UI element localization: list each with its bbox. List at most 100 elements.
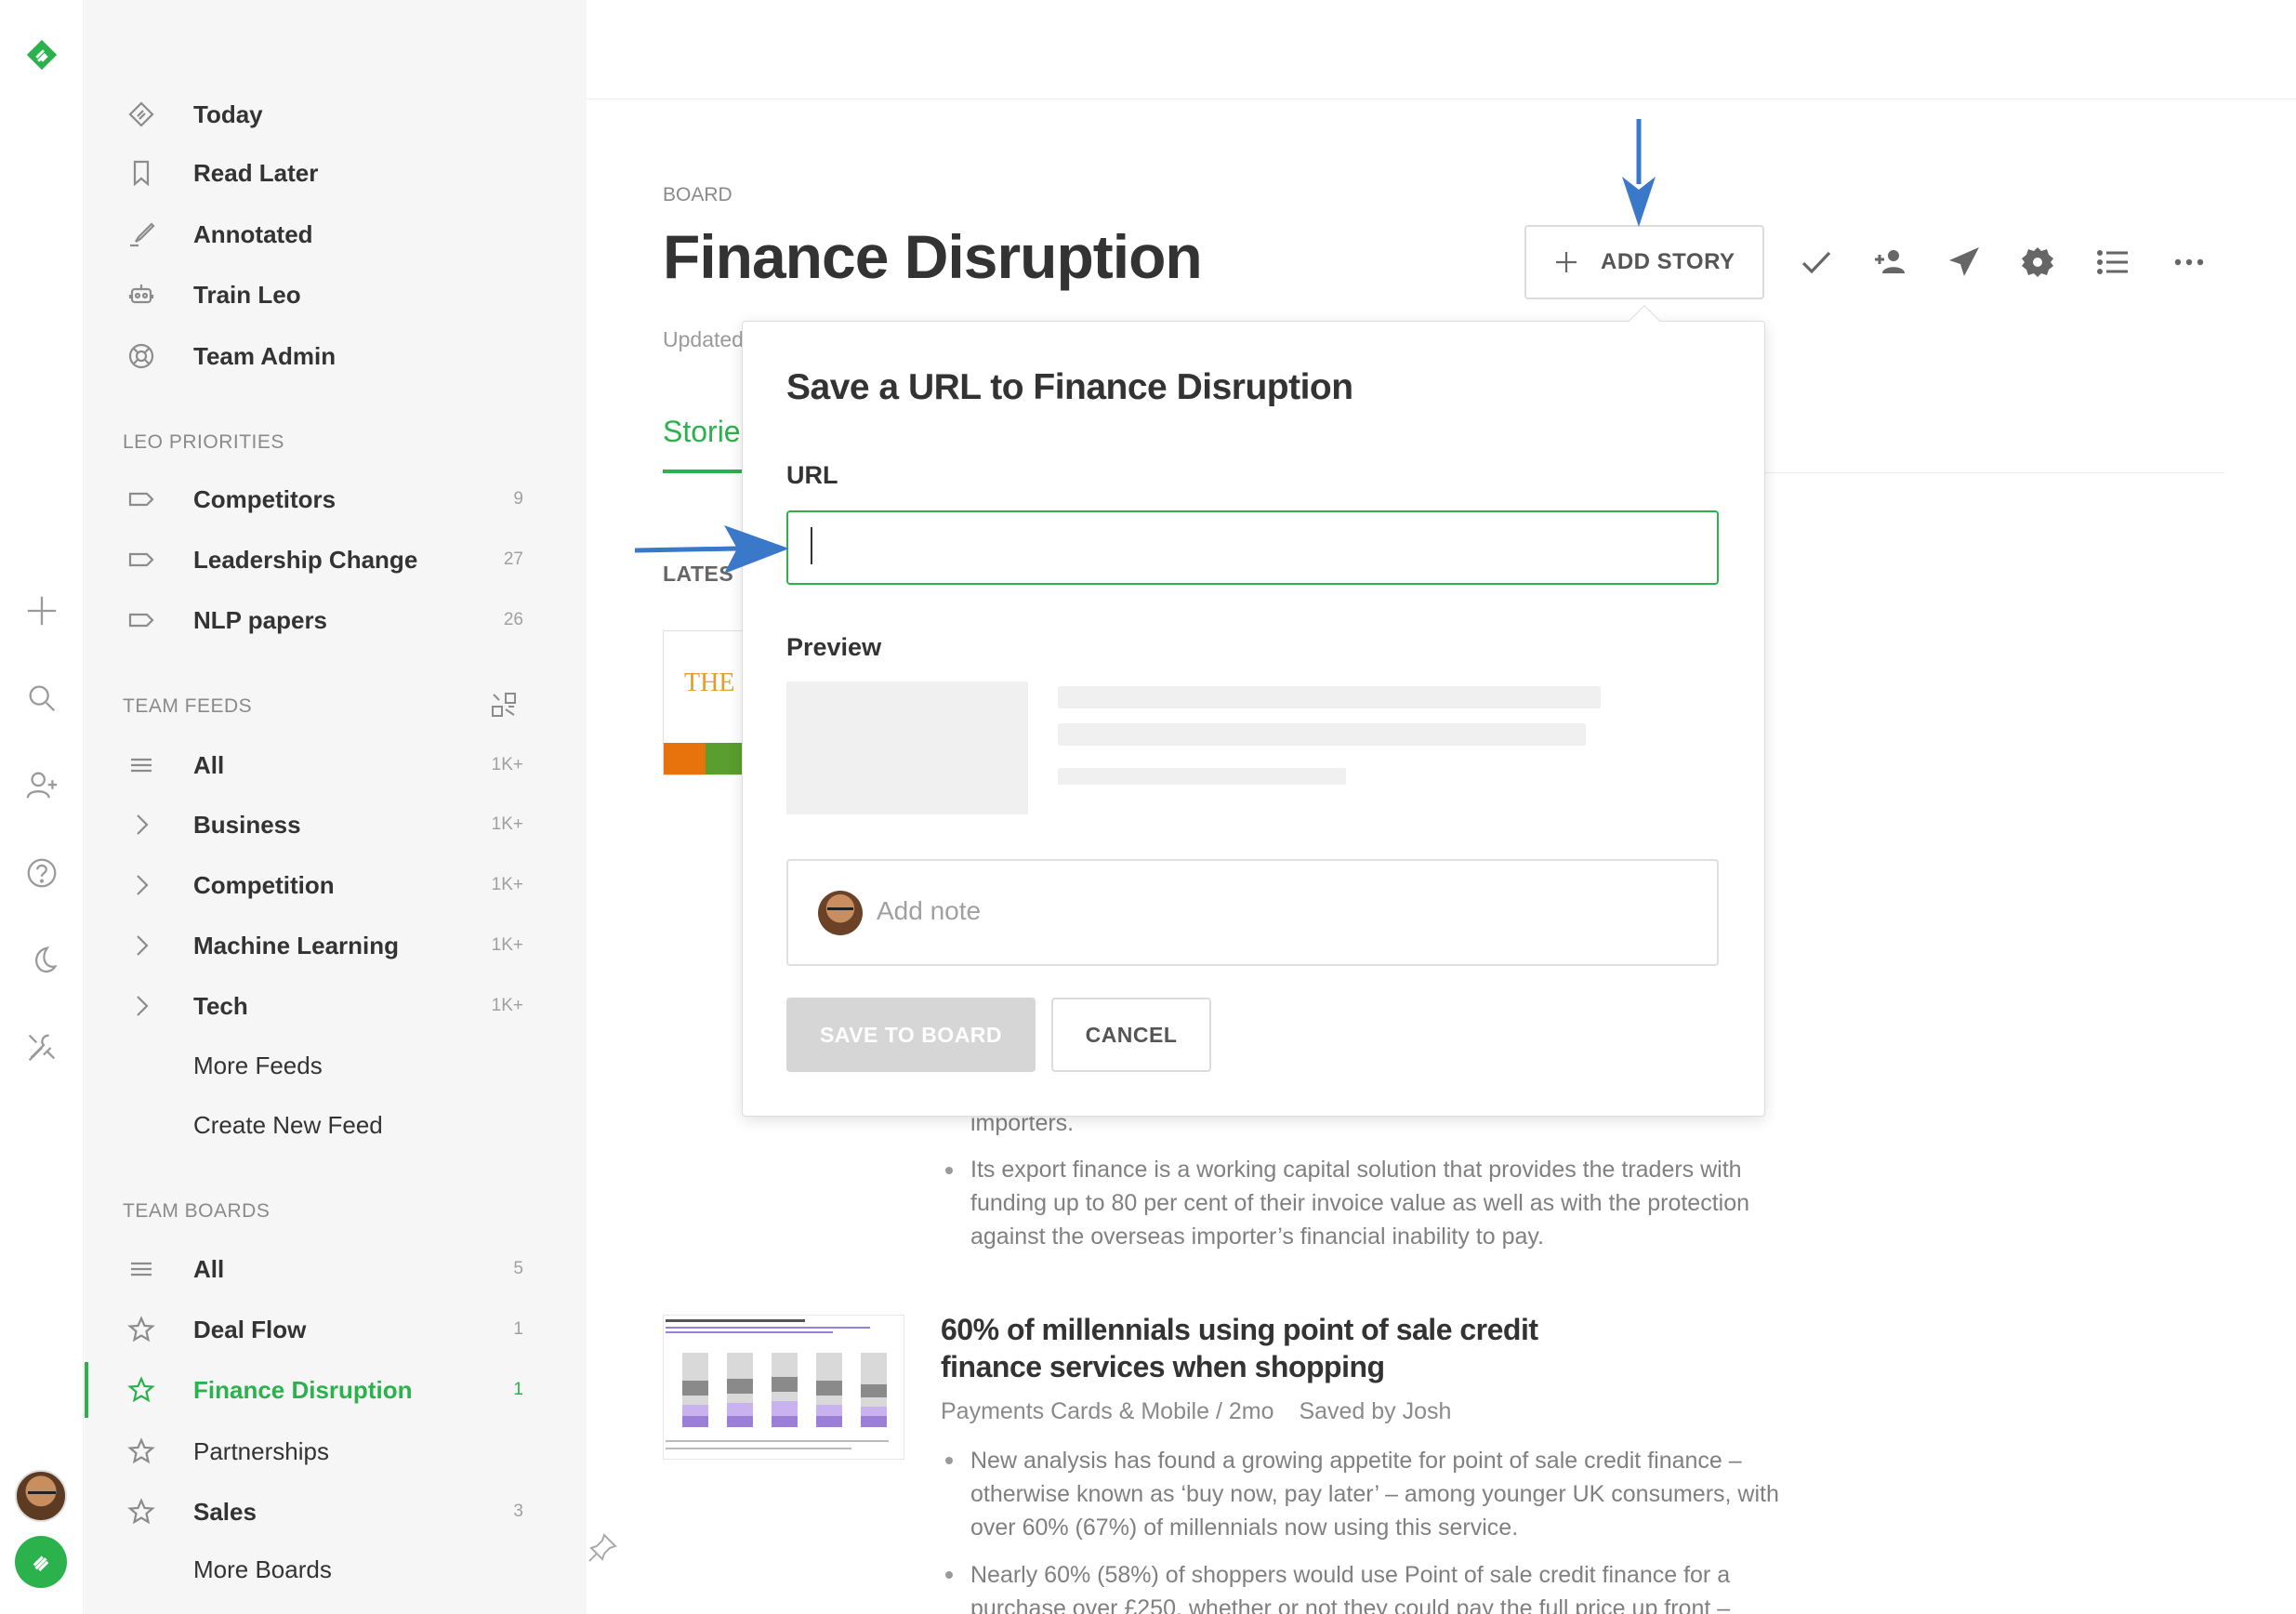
sidebar-item-annotated[interactable]: Annotated bbox=[85, 206, 587, 262]
thumbnail-color-block bbox=[664, 743, 706, 774]
cancel-button[interactable]: CANCEL bbox=[1051, 998, 1211, 1072]
annotation-arrow-down bbox=[1617, 119, 1660, 227]
preview-line-placeholder bbox=[1058, 768, 1346, 785]
item-count: 5 bbox=[513, 1259, 523, 1278]
article-source[interactable]: Payments Cards & Mobile / 2mo bbox=[941, 1398, 1273, 1424]
item-count: 1K+ bbox=[491, 755, 523, 774]
add-icon[interactable] bbox=[20, 589, 63, 632]
highlighter-icon bbox=[126, 219, 156, 249]
feedly-logo-icon[interactable] bbox=[20, 33, 63, 76]
sidebar-item-today[interactable]: Today bbox=[85, 86, 587, 142]
sidebar-item-train-leo[interactable]: Train Leo bbox=[85, 267, 587, 323]
bullet-dot bbox=[945, 1571, 953, 1579]
item-count: 1K+ bbox=[491, 996, 523, 1015]
send-icon[interactable] bbox=[1942, 240, 1986, 284]
sidebar-item-team-admin[interactable]: Team Admin bbox=[85, 328, 587, 384]
sidebar-item-feeds-all[interactable]: All 1K+ bbox=[85, 737, 587, 793]
thumbnail-text: THE bbox=[684, 668, 735, 697]
sidebar-item-nlp-papers[interactable]: NLP papers 26 bbox=[85, 592, 587, 648]
lifebuoy-icon bbox=[126, 341, 156, 371]
sidebar-item-label: Today bbox=[193, 99, 263, 128]
sidebar-item-read-later[interactable]: Read Later bbox=[85, 145, 587, 201]
feedly-badge-icon[interactable] bbox=[15, 1536, 67, 1588]
more-feeds-link[interactable]: More Feeds bbox=[85, 1038, 587, 1093]
sidebar-item-deal-flow[interactable]: Deal Flow 1 bbox=[85, 1302, 587, 1357]
more-feeds-label: More Feeds bbox=[193, 1051, 323, 1079]
add-story-button[interactable]: ADD STORY bbox=[1524, 225, 1764, 299]
url-label: URL bbox=[786, 461, 838, 489]
preview-label: Preview bbox=[786, 633, 882, 661]
board-label: BOARD bbox=[663, 184, 732, 205]
item-count: 27 bbox=[503, 549, 523, 569]
section-heading-leo-priorities: LEO PRIORITIES bbox=[123, 431, 284, 453]
text-cursor bbox=[811, 527, 812, 564]
add-story-label: ADD STORY bbox=[1601, 249, 1735, 274]
sidebar-item-label: Tech bbox=[193, 991, 248, 1020]
chevron-right-icon[interactable] bbox=[126, 991, 156, 1021]
add-person-icon[interactable] bbox=[20, 764, 63, 807]
article-meta: Payments Cards & Mobile / 2mo Saved by J… bbox=[941, 1398, 1451, 1425]
help-icon[interactable] bbox=[20, 852, 63, 894]
article-thumbnail-chart[interactable] bbox=[663, 1315, 904, 1460]
url-input[interactable] bbox=[786, 510, 1719, 585]
sidebar-item-leadership-change[interactable]: Leadership Change 27 bbox=[85, 532, 587, 588]
article-title[interactable]: 60% of millennials using point of sale c… bbox=[941, 1311, 1591, 1385]
sidebar-item-label: Team Admin bbox=[193, 341, 336, 370]
sidebar-item-label: Finance Disruption bbox=[193, 1375, 413, 1404]
chevron-right-icon[interactable] bbox=[126, 931, 156, 960]
note-placeholder: Add note bbox=[877, 896, 982, 925]
tools-icon[interactable] bbox=[20, 1026, 63, 1069]
bullet-dot bbox=[945, 1457, 953, 1464]
save-to-board-button[interactable]: SAVE TO BOARD bbox=[786, 998, 1036, 1072]
chevron-right-icon[interactable] bbox=[126, 870, 156, 900]
sidebar-item-machine-learning[interactable]: Machine Learning 1K+ bbox=[85, 918, 587, 973]
sidebar-item-label: Deal Flow bbox=[193, 1315, 307, 1343]
add-note-field[interactable]: Add note bbox=[786, 859, 1719, 966]
popup-caret bbox=[1629, 305, 1660, 337]
settings-icon[interactable] bbox=[2015, 240, 2060, 284]
thumbnail-color-block bbox=[706, 743, 746, 774]
star-icon bbox=[126, 1497, 156, 1527]
item-count: 9 bbox=[513, 489, 523, 509]
user-avatar[interactable] bbox=[15, 1470, 67, 1522]
pin-sidebar-icon[interactable] bbox=[584, 1529, 621, 1567]
search-icon[interactable] bbox=[20, 677, 63, 720]
tab-active-underline bbox=[663, 470, 746, 473]
sidebar-item-sales[interactable]: Sales 3 bbox=[85, 1484, 587, 1540]
mark-as-read-icon[interactable] bbox=[1794, 240, 1839, 284]
sidebar-item-label: Machine Learning bbox=[193, 931, 400, 959]
more-boards-link[interactable]: More Boards bbox=[85, 1541, 587, 1597]
tag-icon bbox=[126, 484, 156, 514]
annotation-arrow-right bbox=[634, 520, 789, 577]
item-count: 1K+ bbox=[491, 875, 523, 894]
more-boards-label: More Boards bbox=[193, 1554, 332, 1583]
sidebar-item-boards-all[interactable]: All 5 bbox=[85, 1241, 587, 1297]
article-bullet: Its export finance is a working capital … bbox=[970, 1157, 1750, 1250]
sidebar-item-partnerships[interactable]: Partnerships bbox=[85, 1423, 587, 1479]
more-options-icon[interactable] bbox=[2167, 240, 2211, 284]
article-thumbnail[interactable]: THE bbox=[663, 630, 746, 775]
tag-icon bbox=[126, 545, 156, 575]
list-view-icon[interactable] bbox=[2091, 240, 2135, 284]
note-author-avatar bbox=[818, 891, 863, 935]
sidebar-item-label: Train Leo bbox=[193, 280, 301, 309]
sidebar-item-label: Competitors bbox=[193, 484, 336, 513]
organize-feeds-icon[interactable] bbox=[490, 691, 520, 721]
bullet-dot bbox=[945, 1167, 953, 1174]
chevron-right-icon[interactable] bbox=[126, 810, 156, 840]
sidebar-item-label: Leadership Change bbox=[193, 545, 418, 574]
sidebar-item-competition[interactable]: Competition 1K+ bbox=[85, 857, 587, 913]
tab-stories[interactable]: Storie bbox=[663, 415, 741, 449]
night-mode-icon[interactable] bbox=[20, 939, 63, 982]
sidebar-item-label: Partnerships bbox=[193, 1436, 329, 1465]
share-with-team-icon[interactable] bbox=[1867, 240, 1912, 284]
create-new-feed-label: Create New Feed bbox=[193, 1110, 383, 1139]
create-new-feed-link[interactable]: Create New Feed bbox=[85, 1097, 587, 1153]
sidebar-item-tech[interactable]: Tech 1K+ bbox=[85, 978, 587, 1034]
sidebar-item-business[interactable]: Business 1K+ bbox=[85, 797, 587, 853]
sidebar-item-finance-disruption[interactable]: Finance Disruption 1 bbox=[85, 1362, 587, 1418]
item-count: 1K+ bbox=[491, 935, 523, 955]
section-heading-team-boards: TEAM BOARDS bbox=[123, 1200, 271, 1222]
sidebar-item-competitors[interactable]: Competitors 9 bbox=[85, 471, 587, 527]
sidebar-item-label: Read Later bbox=[193, 158, 319, 187]
